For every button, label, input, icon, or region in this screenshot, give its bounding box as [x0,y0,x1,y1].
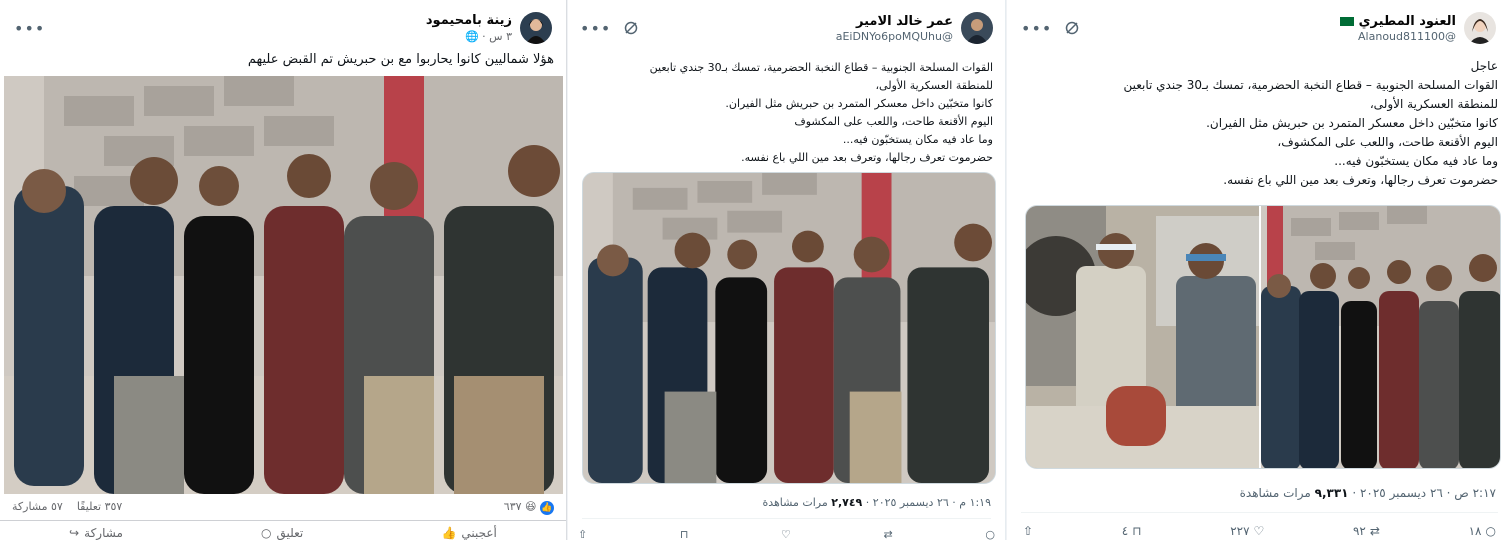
comment-label: تعليق [276,525,304,540]
upload-icon: ⇧ [1023,524,1034,538]
tweet-line: للمنطقة العسكرية الأولى، [1369,97,1498,111]
tweet-card: العنود المطيري @Alanoud811100 ••• عاجل ا… [1007,0,1512,540]
post-header: زينة بامحيمود ٣ س · 🌐 ••• [14,8,552,48]
author-handle[interactable]: @Alanoud811100 [1340,30,1456,43]
author-handle[interactable]: @aEiDNYo6poMQUhu [836,30,953,43]
upload-button[interactable]: ⇧ [1023,524,1033,538]
tweet-text: عاجل القوات المسلحة الجنوبية – قطاع النخ… [1019,57,1498,190]
more-dots-icon[interactable]: ••• [580,19,611,38]
more-dots-icon[interactable]: ••• [14,19,45,38]
tweet-line: حضرموت تعرف رجالها، وتعرف بعد مين اللي ب… [1223,173,1498,187]
reply-button[interactable]: ١٨ ○ [1469,524,1496,538]
repost-icon[interactable]: ⇄ [884,528,893,540]
repost-icon: ⇄ [1369,524,1380,538]
tweet-line: للمنطقة العسكرية الأولى، [875,79,994,92]
post-photo[interactable] [4,76,563,494]
author-name[interactable]: عمر خالد الامير [836,14,953,29]
tweet-text: القوات المسلحة الجنوبية – قطاع النخبة ال… [580,59,993,167]
share-button[interactable]: ↪ مشاركة [69,526,123,540]
like-outline-icon: 👍 [441,525,457,540]
comment-icon: ○ [261,525,272,540]
reply-icon: ○ [1485,524,1496,538]
tweet-timestamp[interactable]: ٢:١٧ ص · ٢٦ ديسمبر ٢٠٢٥ · [1352,486,1496,500]
tweet-line: حضرموت تعرف رجالها، وتعرف بعد مين اللي ب… [741,151,993,164]
tweet-photo[interactable] [582,172,996,484]
tweet-line: القوات المسلحة الجنوبية – قطاع النخبة ال… [1123,78,1498,92]
grok-icon[interactable] [623,20,639,36]
tweet-actions: ○ ⇄ ♡ ⊓ ⇧ [578,528,995,540]
globe-icon: 🌐 [464,30,479,43]
grok-icon[interactable] [1064,20,1080,36]
tweet-line: كانوا متخبّين داخل معسكر المتمرد بن حبري… [1206,116,1498,130]
divider [582,518,991,519]
avatar[interactable] [1464,12,1496,44]
like-label: أعجبني [461,525,497,540]
tweet-photo-left[interactable] [1026,206,1259,468]
reply-count: ١٨ [1468,524,1482,538]
tweet-media-grid [1025,205,1501,469]
view-count: ٩,٣٣١ [1314,486,1349,500]
share-label: مشاركة [84,525,123,540]
view-count: ٢,٧٤٩ [831,496,863,509]
like-icon: 👍 [540,501,554,515]
tweet-line: القوات المسلحة الجنوبية – قطاع النخبة ال… [649,61,993,74]
tweet-line: اليوم الأقنعة طاحت، واللعب على المكشوف، [1277,135,1498,149]
heart-icon: ♡ [1253,524,1265,538]
facebook-post: زينة بامحيمود ٣ س · 🌐 ••• هؤلا شماليين ك… [0,0,567,540]
tweet-photo-right[interactable] [1261,206,1500,468]
views-label: مرات مشاهدة [1239,486,1311,500]
author-name[interactable]: زينة بامحيمود [426,13,512,28]
tweet-actions: ١٨ ○ ٩٢ ⇄ ٢٢٧ ♡ ٤ ⊓ ⇧ [1023,524,1496,538]
tweet-line: عاجل [1470,59,1498,73]
avatar[interactable] [961,12,993,44]
like-count: ٢٢٧ [1230,524,1250,538]
comment-button[interactable]: ○ تعليق [261,526,303,540]
post-actions: ↪ مشاركة ○ تعليق 👍 أعجبني [0,520,566,540]
tweet-line: وما عاد فيه مكان يستخبّون فيه... [842,133,993,146]
tweet-meta: ١:١٩ م · ٢٦ ديسمبر ٢٠٢٥ · ٢,٧٤٩ مرات مشا… [762,496,991,509]
tweet-header: العنود المطيري @Alanoud811100 ••• [1021,8,1496,48]
reaction-count[interactable]: ٦٣٧ [504,500,522,513]
avatar[interactable] [520,12,552,44]
views-label: مرات مشاهدة [762,496,828,509]
bookmark-count: ٤ [1121,524,1129,538]
comments-count[interactable]: ٣٥٧ تعليقًا [77,500,122,513]
shares-count[interactable]: ٥٧ مشاركة [12,500,63,513]
like-button[interactable]: ٢٢٧ ♡ [1230,524,1264,538]
heart-icon[interactable]: ♡ [781,528,791,540]
tweet-header: عمر خالد الامير @aEiDNYo6poMQUhu ••• [580,8,993,48]
reply-icon[interactable]: ○ [985,528,995,540]
author-name[interactable]: العنود المطيري [1359,14,1456,29]
tweet-timestamp[interactable]: ١:١٩ م · ٢٦ ديسمبر ٢٠٢٥ · [866,496,991,509]
tweet-line: كانوا متخبّين داخل معسكر المتمرد بن حبري… [725,97,993,110]
bookmark-button[interactable]: ٤ ⊓ [1122,524,1142,538]
bookmark-icon[interactable]: ⊓ [680,528,689,540]
haha-icon: 😆 [525,500,537,513]
tweet-card: عمر خالد الامير @aEiDNYo6poMQUhu ••• الق… [568,0,1006,540]
repost-count: ٩٢ [1352,524,1366,538]
like-button[interactable]: 👍 أعجبني [441,526,496,540]
tweet-line: وما عاد فيه مكان يستخبّون فيه... [1334,154,1498,168]
divider [1021,512,1498,513]
tweet-line: اليوم الأقنعة طاحت، واللعب على المكشوف [794,115,993,128]
post-time[interactable]: ٣ س · [482,30,512,43]
flag-icon [1340,16,1355,26]
more-dots-icon[interactable]: ••• [1021,19,1052,38]
post-caption: هؤلا شماليين كانوا يحاربوا مع بن حبريش ت… [247,52,554,67]
repost-button[interactable]: ٩٢ ⇄ [1353,524,1380,538]
upload-icon[interactable]: ⇧ [578,528,587,540]
bookmark-icon: ⊓ [1132,524,1142,538]
tweet-meta: ٢:١٧ ص · ٢٦ ديسمبر ٢٠٢٥ · ٩,٣٣١ مرات مشا… [1240,486,1496,500]
share-icon: ↪ [69,525,80,540]
